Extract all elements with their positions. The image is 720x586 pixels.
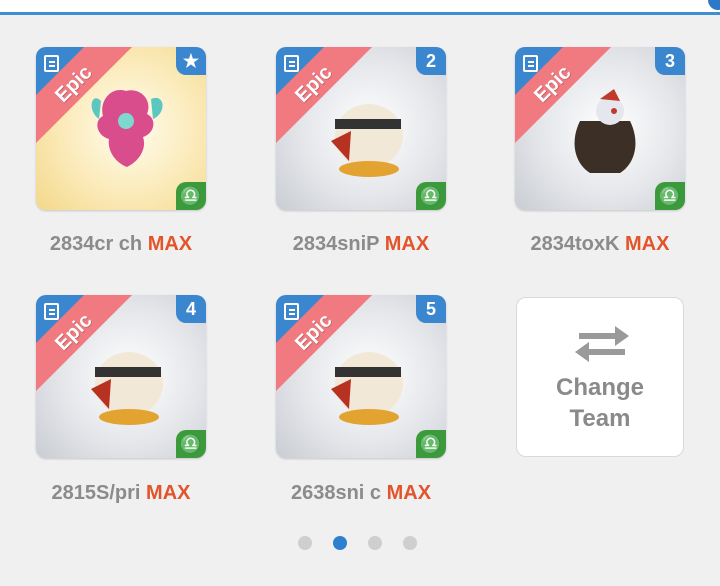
book-icon [284,55,299,72]
card-label-3: 2834toxK MAX [490,233,710,256]
monster-name: 2638sni c [290,482,382,504]
change-team-label: Change Team [555,374,644,432]
monster-icon [331,352,403,425]
level-max: MAX [146,482,191,504]
slot-number-badge: 5 [416,295,446,323]
card-label-1: 2834cr ch MAX [11,233,231,256]
card-label-4: 2815S/pri MAX [11,482,231,505]
change-team-button[interactable]: Change Team [516,297,684,457]
libra-element-icon: ♎ [176,430,206,458]
card-label-5: 2638sni c MAX [251,482,471,505]
monster-icon [91,90,163,167]
monster-card-3[interactable]: Epic 3 ♎ [515,47,685,210]
monster-name: 2834sniP [292,233,380,255]
level-max: MAX [147,233,193,255]
monster-name: 2834cr ch [49,233,143,255]
book-icon [44,303,59,320]
top-bar [0,0,720,15]
monster-name: 2815S/pri [51,482,141,504]
book-icon [284,303,299,320]
page-dot-1[interactable] [298,536,312,550]
monster-icon [574,89,636,173]
page-dot-4[interactable] [403,536,417,550]
slot-number-badge: 4 [176,295,206,323]
monster-card-5[interactable]: Epic 5 ♎ [276,295,446,458]
book-icon [44,55,59,72]
top-corner-button[interactable] [708,0,720,10]
card-label-2: 2834sniP MAX [251,233,471,256]
monster-card-2[interactable]: Epic 2 ♎ [276,47,446,210]
monster-card-1[interactable]: Epic ★ ♎ [36,47,206,210]
book-icon [523,55,538,72]
slot-number-badge: 2 [416,47,446,75]
level-max: MAX [384,233,430,255]
level-max: MAX [386,482,432,504]
page-dot-2[interactable] [333,536,347,550]
swap-arrows-icon [575,326,629,362]
libra-element-icon: ♎ [176,182,206,210]
monster-name: 2834toxK [530,233,620,255]
libra-element-icon: ♎ [655,182,685,210]
page-indicator [298,536,417,550]
monster-icon [91,352,163,425]
level-max: MAX [625,233,670,255]
libra-element-icon: ♎ [416,430,446,458]
monster-card-4[interactable]: Epic 4 ♎ [36,295,206,458]
page-dot-3[interactable] [368,536,382,550]
slot-number-badge: 3 [655,47,685,75]
libra-element-icon: ♎ [416,182,446,210]
monster-icon [331,104,403,177]
favorite-star-badge: ★ [176,47,206,75]
